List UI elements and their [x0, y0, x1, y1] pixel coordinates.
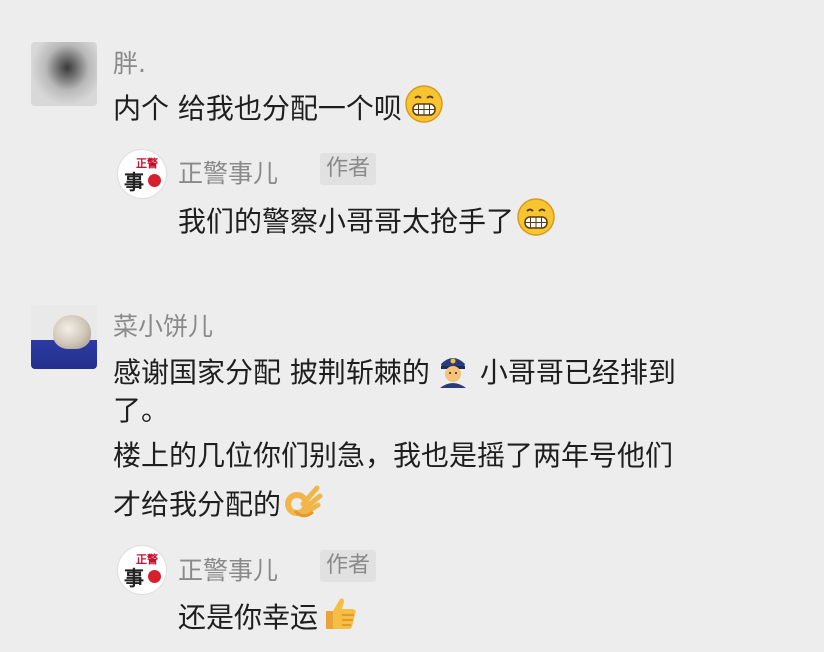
grinning-face-icon — [404, 84, 444, 124]
author-tag: 作者 — [320, 153, 377, 185]
reply-text-content: 还是你幸运 — [178, 601, 319, 634]
comment-text: 感谢国家分配 披荆斩棘的 小哥哥已经排到 — [113, 350, 676, 394]
cat-image — [53, 315, 91, 349]
reply-text: 我们的警察小哥哥太抢手了 — [178, 197, 556, 243]
comment-text: 内个 给我也分配一个呗 — [113, 84, 444, 130]
avatar-badge-main: 事 — [124, 170, 144, 194]
comment-text: 才给我分配的 — [113, 480, 323, 526]
comment-text: 楼上的几位你们别急，我也是摇了两年号他们 — [113, 439, 674, 472]
thumbs-up-icon — [320, 593, 358, 633]
avatar-badge-dot — [148, 570, 161, 583]
comment-text-line: 感谢国家分配 披荆斩棘的 — [113, 356, 430, 389]
comment-text-line: 小哥哥已经排到 — [479, 356, 676, 389]
reply-text-content: 我们的警察小哥哥太抢手了 — [178, 205, 515, 238]
author-tag: 作者 — [320, 550, 377, 582]
reply-text: 还是你幸运 — [178, 593, 358, 639]
author-avatar[interactable]: 正警 事 — [117, 545, 167, 595]
avatar-badge-main: 事 — [124, 566, 144, 590]
comment-text-content: 内个 给我也分配一个呗 — [113, 92, 402, 125]
avatar[interactable] — [31, 42, 97, 106]
comment-text: 了。 — [113, 394, 170, 427]
police-officer-icon — [436, 350, 470, 388]
reply-username[interactable]: 正警事儿 — [178, 551, 278, 587]
author-avatar[interactable]: 正警 事 — [117, 149, 167, 199]
grinning-face-icon — [516, 197, 556, 237]
avatar-badge-dot — [148, 174, 161, 187]
comment-username[interactable]: 胖. — [113, 44, 146, 80]
reply-username[interactable]: 正警事儿 — [178, 154, 278, 190]
comment-text-line: 才给我分配的 — [113, 488, 282, 521]
comment-username[interactable]: 菜小饼儿 — [113, 307, 213, 343]
avatar[interactable] — [31, 305, 97, 369]
ok-hand-icon — [283, 480, 323, 520]
